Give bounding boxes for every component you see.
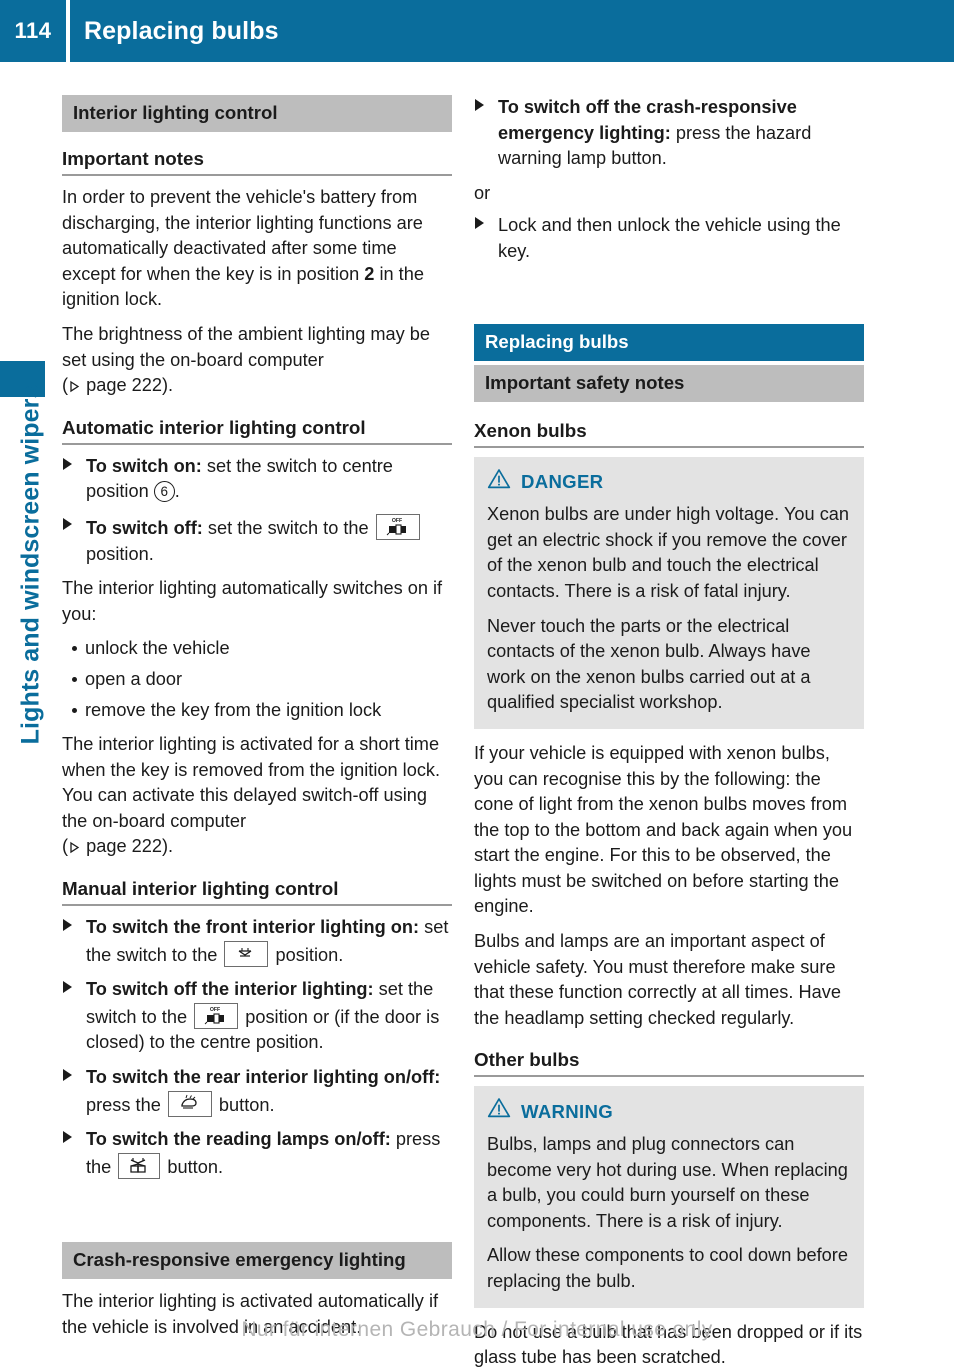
paragraph-text: The interior lighting is activated for a…: [62, 734, 441, 831]
step-arrow-icon: [63, 1069, 72, 1082]
list-item-label: remove the key from the ignition lock: [85, 699, 382, 720]
step-label: To switch the front interior lighting on…: [86, 917, 420, 938]
list-item-label: unlock the vehicle: [85, 638, 230, 659]
danger-paragraph-2: Never touch the parts or the electrical …: [487, 615, 811, 713]
heading-important-notes: Important notes: [62, 148, 204, 169]
warning-callout-header: WARNING: [487, 1097, 851, 1126]
section-banner-interior-lighting-control: Interior lighting control: [62, 95, 452, 132]
warning-paragraph-1: Bulbs, lamps and plug connectors can bec…: [487, 1134, 848, 1231]
step-arrow-icon: [475, 217, 484, 230]
step-label: To switch on:: [86, 455, 202, 476]
bullet-dot-icon: [72, 646, 77, 652]
list-item: unlock the vehicle: [62, 636, 452, 662]
bullet-dot-icon: [72, 707, 77, 713]
danger-callout-header: DANGER: [487, 468, 851, 497]
svg-text:OFF: OFF: [392, 518, 402, 524]
step-arrow-icon: [63, 517, 72, 530]
paragraph-text: The brightness of the ambient lighting m…: [62, 323, 431, 370]
warning-paragraph-2: Allow these components to cool down befo…: [487, 1245, 848, 1291]
header-divider: [66, 0, 70, 62]
chapter-label: Lights and windscreen wipers: [16, 384, 45, 745]
left-column: Interior lighting control Important note…: [62, 95, 452, 1341]
danger-label: DANGER: [521, 471, 604, 493]
step-text: Lock and then unlock the vehicle using t…: [498, 215, 841, 261]
step-rear-interior-lighting: To switch the rear interior lighting on/…: [62, 1065, 452, 1118]
interior-light-off-switch-icon: OFF: [375, 513, 420, 540]
warning-triangle-icon: [487, 1097, 511, 1126]
alternative-separator: or: [474, 182, 491, 203]
step-interior-lighting-off: To switch off the interior lighting: set…: [62, 977, 452, 1056]
step-label: To switch off the interior lighting:: [86, 979, 374, 1000]
paragraph-xenon-recognition: If your vehicle is equipped with xenon b…: [474, 742, 853, 917]
step-text: press the: [86, 1094, 166, 1115]
paragraph-delayed-switch-off: The interior lighting is activated for a…: [62, 734, 441, 857]
list-item: open a door: [62, 667, 452, 693]
paragraph-battery-discharge: In order to prevent the vehicle's batter…: [62, 185, 452, 313]
step-reading-lamps: To switch the reading lamps on/off: pres…: [62, 1127, 452, 1180]
step-text-tail: button.: [162, 1156, 224, 1177]
warning-callout-box: WARNING Bulbs, lamps and plug connectors…: [474, 1086, 864, 1308]
heading-rule: [474, 1075, 864, 1078]
svg-text:OFF: OFF: [210, 1007, 220, 1013]
heading-automatic-interior-lighting-control: Automatic interior lighting control: [62, 416, 366, 438]
list-item: remove the key from the ignition lock: [62, 698, 452, 724]
heading-xenon-bulbs: Xenon bulbs: [474, 419, 587, 441]
page-title: Replacing bulbs: [84, 16, 279, 45]
step-arrow-icon: [475, 99, 484, 111]
warning-triangle-icon: [487, 468, 511, 497]
step-arrow-icon: [63, 981, 72, 994]
step-arrow-icon: [63, 919, 72, 932]
step-lock-unlock-vehicle: Lock and then unlock the vehicle using t…: [474, 213, 864, 264]
rear-interior-lamp-icon: [167, 1090, 212, 1117]
page-reference-icon: [68, 380, 81, 393]
paragraph-auto-switch-conditions: The interior lighting automatically swit…: [62, 578, 443, 624]
step-switch-off: To switch off: set the switch to the OFF…: [62, 513, 452, 567]
section-banner-crash-responsive-emergency-lighting: Crash-responsive emergency lighting: [62, 1242, 452, 1280]
switch-position-6-icon: 6: [153, 481, 175, 503]
step-arrow-icon: [63, 1131, 72, 1144]
heading-rule: [62, 174, 452, 176]
step-text: set the switch to the: [202, 517, 374, 538]
warning-label: WARNING: [521, 1100, 613, 1122]
key-position-value: 2: [364, 263, 375, 284]
page-reference[interactable]: page 222: [86, 375, 162, 395]
footer-watermark: Nur für internen Gebrauch / For internal…: [241, 1318, 713, 1341]
section-banner-important-safety-notes: Important safety notes: [474, 364, 864, 402]
list-item-label: open a door: [85, 668, 183, 689]
reading-lamp-book-icon: [118, 1152, 161, 1179]
page-reference-icon: [68, 841, 81, 854]
page-reference[interactable]: page 222: [86, 836, 162, 856]
heading-rule: [62, 442, 452, 445]
step-arrow-icon: [63, 457, 72, 470]
heading-manual-interior-lighting-control: Manual interior lighting control: [62, 878, 339, 900]
heading-other-bulbs: Other bulbs: [474, 1049, 580, 1071]
step-switch-off-crash-emergency: To switch off the crash-responsive emerg…: [474, 95, 864, 172]
step-label: To switch off:: [86, 517, 203, 538]
step-text-tail: .: [174, 481, 180, 502]
step-front-interior-lighting-on: To switch the front interior lighting on…: [62, 915, 452, 968]
danger-callout-box: DANGER Xenon bulbs are under high voltag…: [474, 456, 864, 729]
heading-rule: [474, 445, 864, 448]
section-banner-replacing-bulbs: Replacing bulbs: [474, 323, 864, 361]
step-text-tail: position.: [86, 543, 154, 564]
step-label: To switch the reading lamps on/off:: [86, 1129, 391, 1150]
page-header: 114 Replacing bulbs: [0, 0, 954, 62]
step-label: To switch the rear interior lighting on/…: [86, 1067, 441, 1088]
step-text-tail: position.: [270, 944, 344, 965]
danger-paragraph-1: Xenon bulbs are under high voltage. You …: [487, 504, 850, 601]
step-text-tail: button.: [213, 1094, 275, 1115]
right-column: To switch off the crash-responsive emerg…: [474, 95, 864, 1371]
paragraph-ambient-brightness: The brightness of the ambient lighting m…: [62, 323, 431, 396]
front-interior-lamp-icon: [224, 940, 269, 967]
page-number: 114: [14, 18, 52, 43]
heading-rule: [62, 904, 452, 907]
step-switch-on: To switch on: set the switch to centre p…: [62, 454, 452, 505]
interior-light-off-switch-icon: OFF: [194, 1002, 239, 1029]
bullet-dot-icon: [72, 676, 77, 682]
paragraph-bulb-safety: Bulbs and lamps are an important aspect …: [474, 931, 841, 1028]
